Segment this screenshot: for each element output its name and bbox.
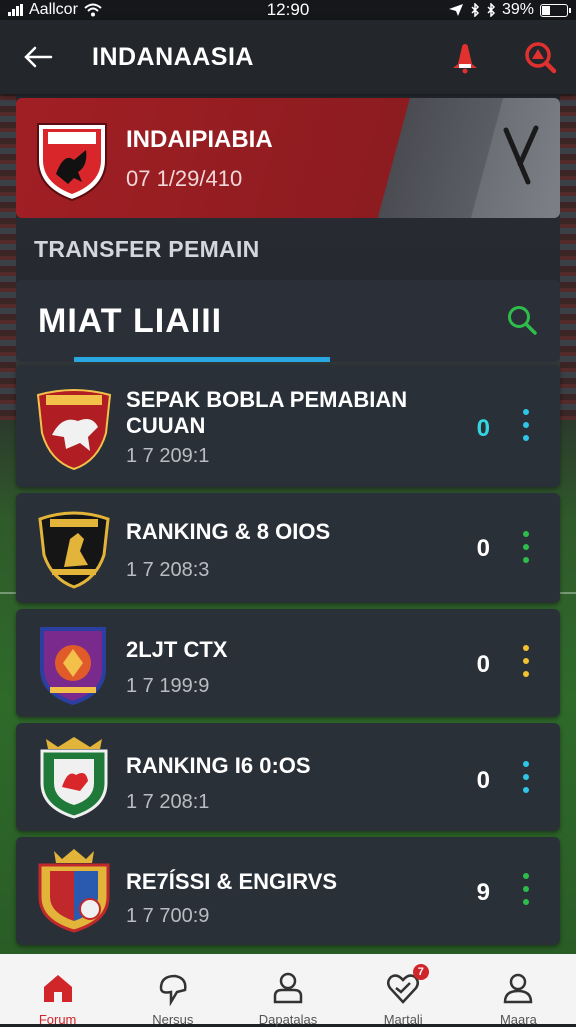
tactics-icon[interactable]	[498, 124, 544, 188]
row-title: SEPAK BOBLA PEMABIAN CUUAN	[126, 387, 408, 438]
section-title: TRANSFER PEMAIN	[34, 236, 260, 262]
profile-icon	[504, 973, 533, 1004]
notification-badge: 7	[412, 964, 429, 980]
list-item[interactable]: RE7ÍSSI & ENGIRVS 1 7 700:9 9	[16, 837, 560, 945]
gold-crown-crest-icon	[38, 849, 110, 933]
black-gold-crest-icon	[38, 511, 110, 589]
nav-item-forum[interactable]: Forum	[0, 954, 115, 1027]
status-bar: Aallcor 12:90 39%	[0, 0, 576, 20]
more-icon[interactable]	[522, 409, 530, 441]
more-icon[interactable]	[522, 761, 530, 793]
back-button[interactable]	[18, 37, 58, 77]
row-date: 1 7 700:9	[126, 905, 210, 927]
list-header: MIAT LIAIII	[16, 280, 560, 362]
home-icon	[43, 975, 72, 1002]
team-date: 07 1/29/410	[126, 166, 243, 191]
person-icon	[273, 972, 303, 1004]
row-title: RE7ÍSSI & ENGIRVS	[126, 869, 338, 894]
tab-underline	[74, 357, 330, 362]
nav-item-nersus[interactable]: Nersus	[115, 954, 230, 1027]
red-bull-crest-icon	[36, 389, 112, 471]
list-item[interactable]: SEPAK BOBLA PEMABIAN CUUAN 1 7 209:1 0	[16, 365, 560, 487]
battery-percent: 39%	[501, 1, 534, 18]
green-shield-crest-icon	[40, 737, 108, 819]
row-count: 0	[476, 415, 490, 442]
row-date: 1 7 208:3	[126, 559, 210, 581]
bottom-nav: Forum Nersus Dapatalas 7 Martali Maara	[0, 954, 576, 1027]
row-title: RANKING I6 0:OS	[126, 753, 311, 778]
team-banner[interactable]: INDAIPIABIA 07 1/29/410	[16, 98, 560, 218]
nav-item-martali[interactable]: 7 Martali	[346, 954, 461, 1027]
nav-label: Nersus	[152, 1012, 194, 1027]
more-icon[interactable]	[522, 531, 530, 563]
team-name: INDAIPIABIA	[126, 126, 273, 153]
nav-label: Dapatalas	[258, 1012, 318, 1027]
list-header-title: MIAT LIAIII	[38, 302, 223, 340]
search-settings-icon[interactable]	[522, 39, 558, 75]
list-item[interactable]: 2LJT CTX 1 7 199:9 0	[16, 609, 560, 717]
signpost-icon	[159, 974, 187, 1006]
row-count: 0	[476, 651, 490, 678]
more-icon[interactable]	[522, 645, 530, 677]
nav-item-maara[interactable]: Maara	[461, 954, 576, 1027]
arrow-left-icon	[24, 46, 53, 68]
blue-shield-crest-icon	[40, 627, 106, 706]
search-icon[interactable]	[506, 304, 538, 336]
bluetooth-icon	[487, 3, 496, 17]
list-item[interactable]: RANKING I6 0:OS 1 7 208:1 0	[16, 723, 560, 831]
row-date: 1 7 208:1	[126, 791, 210, 813]
carrier-name: Aallcor	[29, 1, 78, 18]
row-date: 1 7 209:1	[126, 445, 210, 467]
nav-label: Forum	[38, 1012, 77, 1027]
signal-icon	[8, 4, 23, 16]
list-item[interactable]: RANKING & 8 OIOS 1 7 208:3 0	[16, 493, 560, 603]
nav-item-dapatalas[interactable]: Dapatalas	[230, 954, 345, 1027]
more-icon[interactable]	[522, 873, 530, 905]
row-title: RANKING & 8 OIOS	[126, 519, 331, 544]
location-icon	[448, 4, 463, 16]
row-count: 0	[476, 767, 490, 794]
bluetooth-icon	[471, 3, 480, 17]
row-title: 2LJT CTX	[126, 637, 228, 662]
battery-icon	[540, 3, 571, 17]
row-date: 1 7 199:9	[126, 675, 210, 697]
stadium-stand-left	[0, 90, 16, 420]
nav-label: Maara	[499, 1012, 537, 1027]
bell-icon[interactable]	[448, 40, 482, 74]
nav-label: Martali	[383, 1012, 423, 1027]
page-title: INDANAASIA	[92, 42, 254, 71]
stadium-stand-right	[560, 90, 576, 420]
team-crest-icon	[37, 123, 107, 202]
row-count: 9	[476, 879, 490, 906]
row-count: 0	[476, 535, 490, 562]
app-bar: INDANAASIA	[0, 20, 576, 94]
status-time: 12:90	[266, 0, 310, 19]
wifi-icon	[84, 3, 102, 17]
